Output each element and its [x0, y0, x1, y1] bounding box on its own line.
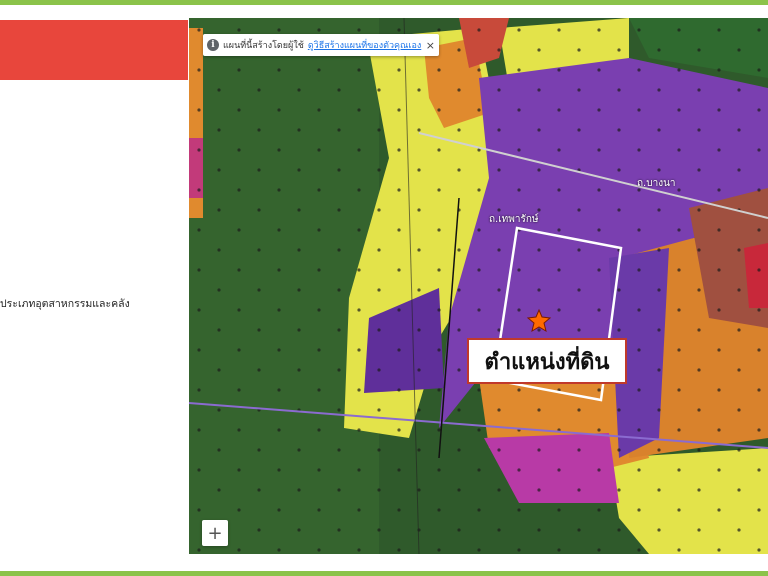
notice-text: แผนที่นี้สร้างโดยผู้ใช้ [223, 41, 304, 51]
zoom-in-button[interactable]: + [202, 520, 228, 546]
legend-category-text: ประเภทอุตสาหกรรมและคลัง [0, 298, 130, 310]
zoning-map-canvas [189, 18, 768, 554]
user-map-notice: i แผนที่นี้สร้างโดยผู้ใช้ ดูวิธีสร้างแผน… [203, 34, 439, 56]
bottom-accent-bar [0, 571, 768, 576]
close-icon[interactable]: × [422, 39, 435, 52]
place-markers [189, 18, 768, 554]
road-label-bangna: ถ.บางนา [637, 178, 676, 189]
create-map-link[interactable]: ดูวิธีสร้างแผนที่ของตัวคุณเอง [308, 38, 421, 52]
left-panel: ประเภทอุตสาหกรรมและคลัง [0, 5, 188, 571]
land-location-label: ตำแหน่งที่ดิน [467, 338, 627, 384]
info-icon: i [207, 39, 219, 51]
road-label-theparak: ถ.เทพารักษ์ [489, 214, 539, 225]
zoning-map[interactable]: ถ.บางนา ถ.เทพารักษ์ i แผนที่นี้สร้างโดยผ… [189, 18, 768, 554]
legend-header-bar [0, 20, 188, 80]
